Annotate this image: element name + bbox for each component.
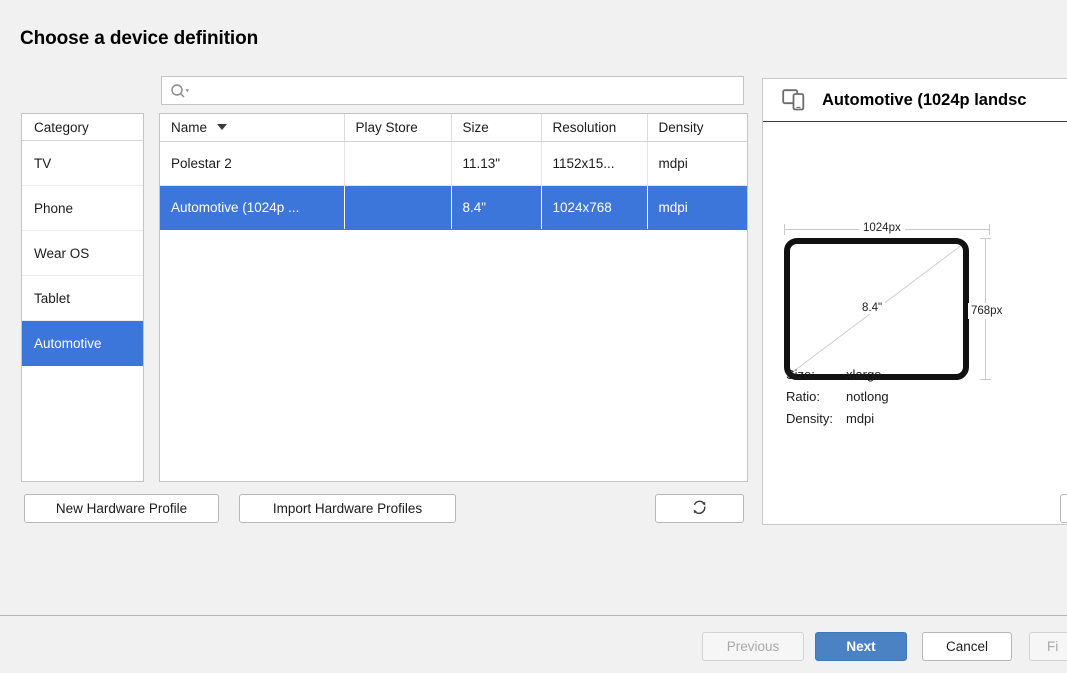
- cell-name: Polestar 2: [160, 141, 345, 186]
- height-dimension-label: 768px: [968, 303, 1006, 319]
- category-panel: Category TV Phone Wear OS Tablet Automot…: [21, 113, 144, 482]
- category-item-tablet[interactable]: Tablet: [22, 276, 143, 321]
- sort-descending-icon: [216, 123, 227, 130]
- preview-header: Automotive (1024p landsc: [763, 79, 1067, 122]
- cell-size: 8.4": [451, 185, 542, 230]
- cell-resolution: 1152x15...: [541, 141, 648, 186]
- spec-value-ratio: notlong: [846, 389, 889, 404]
- refresh-button[interactable]: [655, 494, 744, 523]
- devices-icon: [782, 88, 808, 112]
- finish-button[interactable]: Fi: [1029, 632, 1067, 661]
- cell-name: Automotive (1024p ...: [160, 185, 345, 230]
- table-row[interactable]: Polestar 2 11.13" 1152x15... mdpi: [160, 141, 747, 186]
- category-item-wear-os[interactable]: Wear OS: [22, 231, 143, 276]
- spec-label-ratio: Ratio:: [786, 389, 820, 404]
- device-table-header-row: Name Play Store Size Resolution Density: [160, 114, 747, 142]
- previous-button[interactable]: Previous: [702, 632, 804, 661]
- search-input[interactable]: [190, 77, 743, 104]
- column-header-size[interactable]: Size: [451, 114, 542, 142]
- spec-row-size: Size: xlarge: [786, 367, 889, 382]
- search-box[interactable]: [161, 76, 744, 105]
- spec-row-density: Density: mdpi: [786, 411, 889, 426]
- clipped-right-edge-button[interactable]: [1060, 494, 1067, 523]
- column-header-density[interactable]: Density: [647, 114, 747, 142]
- spec-label-density: Density:: [786, 411, 833, 426]
- new-hardware-profile-button[interactable]: New Hardware Profile: [24, 494, 219, 523]
- column-header-name[interactable]: Name: [160, 114, 345, 142]
- cell-density: mdpi: [647, 141, 747, 186]
- next-button[interactable]: Next: [815, 632, 907, 661]
- device-table-panel: Name Play Store Size Resolution Density …: [159, 113, 748, 482]
- diagonal-size-label: 8.4": [859, 302, 886, 314]
- page-title: Choose a device definition: [20, 28, 259, 49]
- import-hardware-profiles-button[interactable]: Import Hardware Profiles: [239, 494, 456, 523]
- width-dimension-label: 1024px: [859, 222, 905, 234]
- category-item-tv[interactable]: TV: [22, 141, 143, 186]
- cell-play-store: [344, 141, 452, 186]
- preview-title: Automotive (1024p landsc: [822, 90, 1027, 109]
- column-header-play-store[interactable]: Play Store: [344, 114, 452, 142]
- device-spec-list: Size: xlarge Ratio: notlong Density: mdp…: [786, 367, 889, 433]
- column-header-resolution[interactable]: Resolution: [541, 114, 648, 142]
- spec-value-size: xlarge: [846, 367, 882, 382]
- device-table: Name Play Store Size Resolution Density …: [160, 114, 747, 230]
- category-item-phone[interactable]: Phone: [22, 186, 143, 231]
- cell-resolution: 1024x768: [541, 185, 648, 230]
- device-diagram: 1024px 8.4" 768px: [763, 122, 1067, 380]
- table-row[interactable]: Automotive (1024p ... 8.4" 1024x768 mdpi: [160, 185, 747, 230]
- spec-value-density: mdpi: [846, 411, 875, 426]
- footer-divider: [0, 615, 1067, 616]
- spec-label-size: Size:: [786, 367, 815, 382]
- search-icon[interactable]: [170, 83, 190, 99]
- refresh-icon: [691, 499, 708, 519]
- cell-play-store: [344, 185, 452, 230]
- device-preview-panel: Automotive (1024p landsc 1024px 8.4" 768…: [762, 78, 1067, 525]
- cell-density: mdpi: [647, 185, 747, 230]
- cancel-button[interactable]: Cancel: [922, 632, 1012, 661]
- spec-row-ratio: Ratio: notlong: [786, 389, 889, 404]
- category-panel-header: Category: [22, 114, 143, 141]
- category-item-automotive[interactable]: Automotive: [22, 321, 143, 366]
- cell-size: 11.13": [451, 141, 542, 186]
- column-header-name-label: Name: [171, 119, 208, 135]
